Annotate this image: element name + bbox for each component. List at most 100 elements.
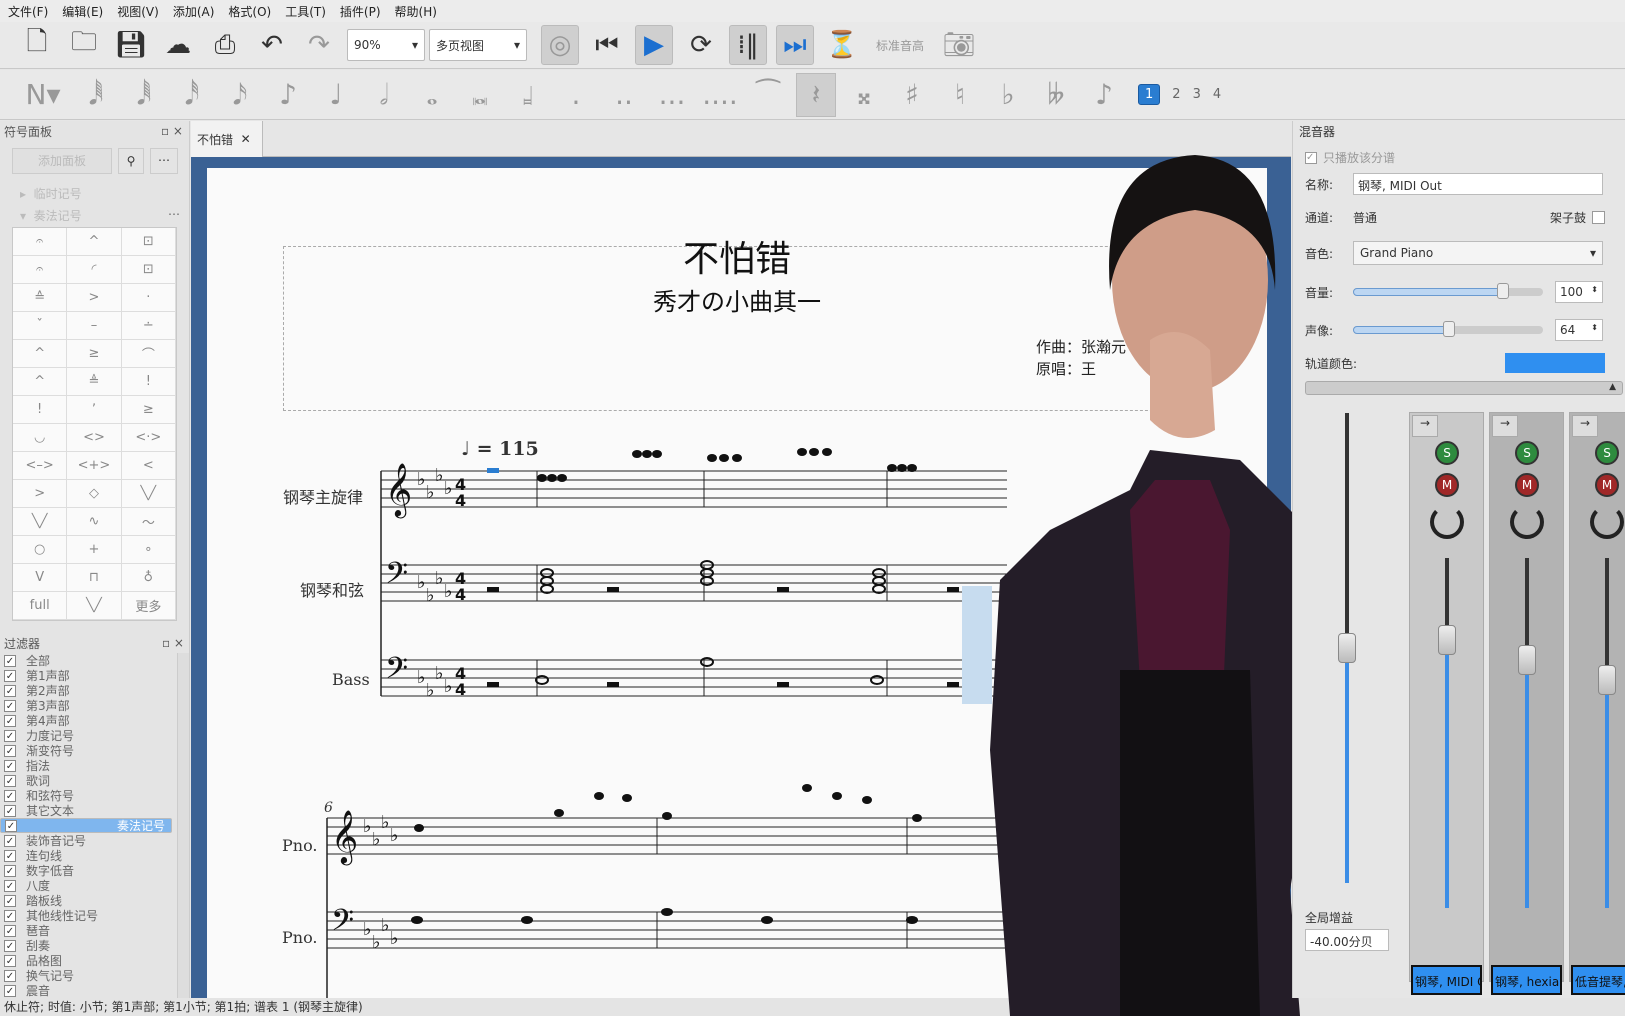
- solo-button[interactable]: S: [1435, 441, 1459, 465]
- checkbox-checked-icon[interactable]: ✓: [4, 699, 16, 712]
- eighth-note-icon[interactable]: ♪: [268, 73, 308, 117]
- filter-item[interactable]: ✓ 连句线: [0, 848, 176, 863]
- 32nd-note-icon[interactable]: 𝅘𝅥𝅰: [172, 73, 212, 117]
- mute-button[interactable]: M: [1595, 473, 1619, 497]
- filter-item[interactable]: ✓ 第1声部: [0, 668, 176, 683]
- filter-item[interactable]: ✓ 踏板线: [0, 893, 176, 908]
- sound-select[interactable]: Grand Piano ▾: [1353, 241, 1603, 265]
- palette-cell[interactable]: ⊓: [67, 564, 122, 592]
- concert-pitch-toggle[interactable]: 标准音高: [876, 37, 924, 54]
- palette-cell[interactable]: ^: [13, 368, 68, 396]
- voice-4-button[interactable]: 4: [1213, 87, 1221, 102]
- cloud-upload-icon[interactable]: ☁: [159, 25, 197, 65]
- double-sharp-icon[interactable]: 𝄪: [844, 73, 884, 117]
- triple-dot-icon[interactable]: ...: [652, 73, 692, 117]
- palette-cell[interactable]: <>: [67, 424, 122, 452]
- open-folder-icon[interactable]: 🗀: [65, 25, 103, 65]
- drumset-checkbox[interactable]: [1592, 211, 1605, 224]
- checkbox-checked-icon[interactable]: ✓: [4, 759, 16, 772]
- strip-label[interactable]: 钢琴, MIDI Out: [1411, 965, 1482, 995]
- tab-score[interactable]: 不怕错 ✕: [191, 121, 263, 157]
- palette-cell[interactable]: ^: [67, 228, 122, 256]
- palette-cell[interactable]: V: [13, 564, 68, 592]
- palette-cell[interactable]: ≜: [67, 368, 122, 396]
- filter-item[interactable]: ✓ 刮奏: [0, 938, 176, 953]
- rest-icon[interactable]: 𝄽: [796, 72, 836, 117]
- checkbox-checked-icon[interactable]: ✓: [4, 714, 16, 727]
- menu-file[interactable]: 文件(F): [8, 3, 48, 20]
- arrow-right-icon[interactable]: →: [1572, 415, 1598, 437]
- new-file-icon[interactable]: 🗋: [18, 25, 56, 65]
- checkbox-checked-icon[interactable]: ✓: [4, 984, 16, 997]
- checkbox-checked-icon[interactable]: ✓: [4, 729, 16, 742]
- quad-dot-icon[interactable]: ....: [700, 73, 740, 117]
- pan-knob[interactable]: [1510, 505, 1544, 539]
- palette-cell[interactable]: ^: [13, 340, 68, 368]
- menu-tools[interactable]: 工具(T): [285, 3, 326, 20]
- voice-2-button[interactable]: 2: [1172, 87, 1180, 102]
- solo-part-checkbox[interactable]: ✓: [1305, 151, 1317, 164]
- palette-section-articulations[interactable]: ▾ 奏法记号 ⋯: [20, 207, 180, 224]
- master-fader-handle[interactable]: [1338, 633, 1356, 663]
- dot-icon[interactable]: .: [556, 73, 596, 117]
- metronome-icon[interactable]: ⏳: [823, 25, 861, 65]
- palette-cell[interactable]: ʼ: [67, 396, 122, 424]
- collapse-button[interactable]: ▲: [1305, 381, 1623, 395]
- checkbox-checked-icon[interactable]: ✓: [4, 969, 16, 982]
- flip-direction-icon[interactable]: ♪: [1084, 73, 1124, 117]
- flat-icon[interactable]: ♭: [988, 73, 1028, 117]
- checkbox-checked-icon[interactable]: ✓: [4, 834, 16, 847]
- close-icon[interactable]: ✕: [241, 132, 251, 146]
- fader-handle[interactable]: [1438, 625, 1456, 655]
- palette-cell[interactable]: ⊡: [121, 256, 176, 284]
- palette-cell[interactable]: 更多: [121, 592, 176, 620]
- 64th-note-icon[interactable]: 𝅘𝅥𝅱: [124, 73, 164, 117]
- strip-label[interactable]: 低音提琴,: [1571, 965, 1625, 995]
- fader-handle[interactable]: [1598, 665, 1616, 695]
- whole-note-icon[interactable]: 𝅝: [412, 73, 452, 117]
- checkbox-checked-icon[interactable]: ✓: [5, 819, 17, 832]
- menu-plugins[interactable]: 插件(P): [340, 3, 381, 20]
- filter-item[interactable]: ✓ 渐变符号: [0, 743, 176, 758]
- track-color-swatch[interactable]: [1505, 353, 1605, 373]
- volume-spinbox[interactable]: 100 ⬍: [1555, 281, 1603, 303]
- arrow-right-icon[interactable]: →: [1492, 415, 1518, 437]
- palette-cell[interactable]: >: [13, 480, 68, 508]
- menu-add[interactable]: 添加(A): [173, 3, 215, 20]
- filter-scrollbar[interactable]: [177, 653, 189, 998]
- note-input-icon[interactable]: N▾: [18, 73, 68, 117]
- fader-handle[interactable]: [1518, 645, 1536, 675]
- menu-help[interactable]: 帮助(H): [395, 3, 437, 20]
- palette-cell[interactable]: ◡: [13, 424, 68, 452]
- palette-cell[interactable]: ≙: [13, 284, 68, 312]
- palette-cell[interactable]: +: [67, 536, 122, 564]
- breve-icon[interactable]: 𝅜: [460, 73, 500, 117]
- palette-cell[interactable]: full: [13, 592, 68, 620]
- palette-cell[interactable]: 𝄐: [13, 256, 68, 284]
- palette-cell[interactable]: ≥: [67, 340, 122, 368]
- filter-item[interactable]: ✓ 第2声部: [0, 683, 176, 698]
- save-icon[interactable]: 💾︎: [112, 25, 150, 65]
- checkbox-checked-icon[interactable]: ✓: [4, 879, 16, 892]
- volume-slider[interactable]: [1353, 283, 1543, 299]
- palette-cell[interactable]: ˇ: [13, 312, 68, 340]
- filter-item[interactable]: ✓ 全部: [0, 653, 176, 668]
- palette-cell[interactable]: <·>: [121, 424, 176, 452]
- double-flat-icon[interactable]: 𝄫: [1036, 73, 1076, 117]
- 128th-note-icon[interactable]: 𝅘𝅥𝅱: [76, 73, 116, 117]
- close-icon[interactable]: ▫ ×: [162, 636, 184, 650]
- redo-icon[interactable]: ↷: [300, 25, 338, 65]
- checkbox-checked-icon[interactable]: ✓: [4, 744, 16, 757]
- print-icon[interactable]: ⎙: [206, 25, 244, 65]
- name-input[interactable]: 钢琴, MIDI Out: [1353, 173, 1603, 195]
- tie-icon[interactable]: ⁀: [748, 73, 788, 117]
- checkbox-checked-icon[interactable]: ✓: [4, 804, 16, 817]
- mute-button[interactable]: M: [1435, 473, 1459, 497]
- palette-cell[interactable]: ♁: [121, 564, 176, 592]
- voice-3-button[interactable]: 3: [1193, 87, 1201, 102]
- pan-score-icon[interactable]: ⏭: [776, 25, 814, 65]
- checkbox-checked-icon[interactable]: ✓: [4, 849, 16, 862]
- checkbox-checked-icon[interactable]: ✓: [4, 684, 16, 697]
- checkbox-checked-icon[interactable]: ✓: [4, 939, 16, 952]
- filter-item[interactable]: ✓ 数字低音: [0, 863, 176, 878]
